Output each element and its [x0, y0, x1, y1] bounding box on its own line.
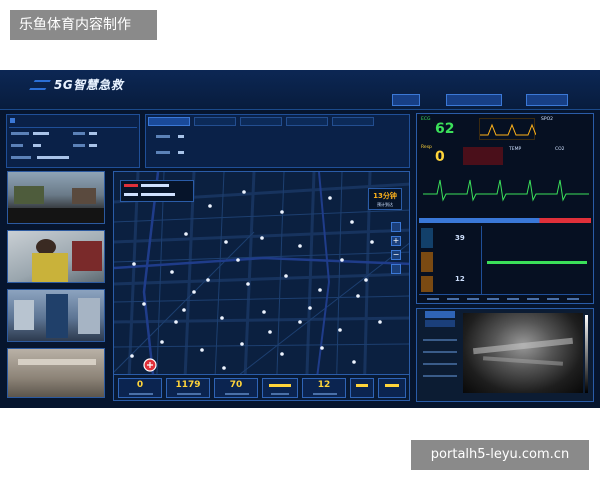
tab-4[interactable] — [286, 117, 328, 126]
watermark-bottom: portalh5-leyu.com.cn — [411, 440, 589, 470]
header-button-2[interactable] — [446, 94, 502, 106]
map-layer-button[interactable] — [391, 222, 401, 232]
ultrasound-panel — [416, 308, 594, 402]
map-canvas — [114, 172, 409, 400]
monitor-footer — [419, 294, 591, 302]
status-strip — [419, 218, 591, 223]
stat-card-2: 1179 — [166, 378, 210, 398]
ultrasound-tab-2[interactable] — [425, 320, 455, 327]
camera-feed-road[interactable] — [7, 171, 105, 224]
ambulance-icon[interactable] — [391, 264, 401, 274]
eta-badge: 13分钟 预计到达 — [368, 188, 402, 210]
eta-caption: 预计到达 — [377, 202, 393, 207]
dashboard-header: 5G智慧急救 — [0, 70, 600, 110]
logo-icon — [29, 80, 51, 90]
temp-label: TEMP — [509, 147, 522, 152]
zoom-out-icon[interactable]: − — [391, 250, 401, 260]
spo2-label: SPO2 — [541, 117, 553, 122]
stat-card-3: 70 — [214, 378, 258, 398]
spo2-waveform — [479, 118, 537, 140]
eta-value: 13分钟 — [373, 192, 397, 200]
route-callout — [120, 180, 194, 202]
temp-alert-box — [463, 147, 503, 165]
camera-feed-cabin[interactable] — [7, 230, 105, 283]
stat-value-2: 1179 — [175, 380, 201, 390]
ecg-label: ECG — [421, 117, 431, 122]
ecg-waveform — [423, 179, 589, 202]
resp-label: Resp — [421, 145, 432, 150]
divider — [9, 127, 137, 128]
ultrasound-tab-active[interactable] — [425, 311, 455, 318]
stat-card-7 — [378, 378, 406, 398]
watermark-top: 乐鱼体育内容制作 — [10, 10, 157, 40]
stat-card-4 — [262, 378, 298, 398]
patient-monitor: ECG 62 SPO2 Resp 0 TEMP CO2 39 12 — [416, 113, 594, 304]
stats-bar: 0 1179 70 12 — [114, 374, 409, 400]
resp-value: 0 — [435, 149, 445, 165]
page: 乐鱼体育内容制作 5G智慧急救 13分钟 预计到达 + − 0 1179 70 … — [0, 0, 600, 480]
patient-info-panel — [6, 114, 140, 168]
stat-card-6 — [350, 378, 374, 398]
tab-active[interactable] — [148, 117, 190, 126]
dashboard-title: 5G智慧急救 — [54, 78, 124, 92]
alert-icon[interactable] — [421, 252, 433, 272]
header-button-3[interactable] — [526, 94, 568, 106]
trend-line — [487, 261, 587, 264]
co2-label: CO2 — [555, 147, 565, 152]
heart-rate-value: 62 — [435, 121, 455, 137]
route-map[interactable]: 13分钟 预计到达 + − 0 1179 70 12 — [113, 171, 410, 401]
ultrasound-image — [463, 313, 583, 393]
person-icon[interactable] — [421, 228, 433, 248]
zoom-in-icon[interactable]: + — [391, 236, 401, 246]
stat-card-1: 0 — [118, 378, 162, 398]
stat-card-5: 12 — [302, 378, 346, 398]
tab-3[interactable] — [240, 117, 282, 126]
emergency-dashboard-screenshot: 5G智慧急救 13分钟 预计到达 + − 0 1179 70 12 ECG 62… — [0, 70, 600, 408]
camera-feed-stretcher[interactable] — [7, 289, 105, 342]
camera-feed-interior[interactable] — [7, 348, 105, 398]
warning-icon[interactable] — [421, 276, 433, 292]
sub-value: 12 — [455, 275, 465, 283]
tab-5[interactable] — [332, 117, 374, 126]
tab-2[interactable] — [194, 117, 236, 126]
stat-value-5: 12 — [317, 380, 331, 390]
nibp-value: 39 — [455, 234, 465, 242]
stat-value-1: 0 — [136, 380, 144, 390]
gain-scale — [585, 315, 588, 393]
dispatch-info-panel — [145, 114, 410, 168]
stat-value-3: 70 — [229, 380, 243, 390]
patient-icon — [10, 118, 15, 123]
header-button-1[interactable] — [392, 94, 420, 106]
